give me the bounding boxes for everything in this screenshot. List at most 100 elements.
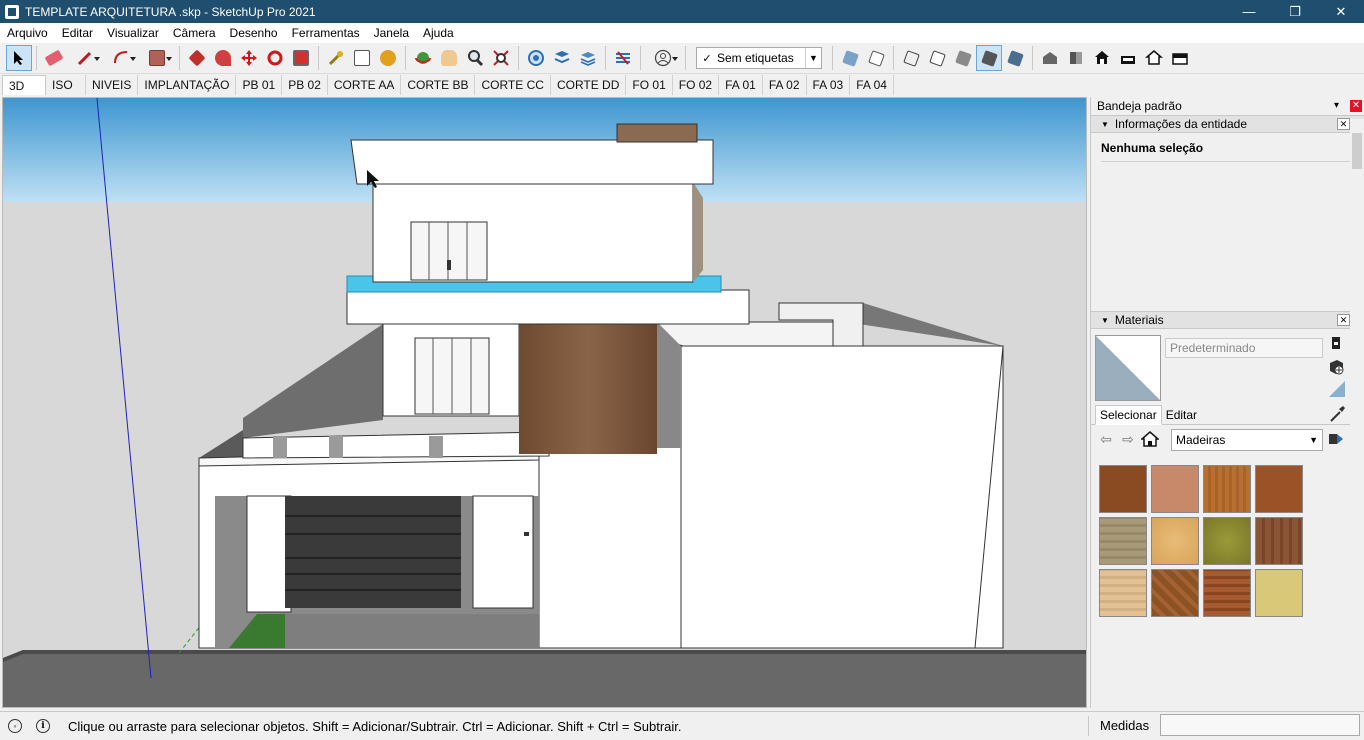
wireframe-button[interactable]	[898, 45, 924, 71]
monochrome-button[interactable]	[1002, 45, 1028, 71]
tag-selector[interactable]: ✓ Sem etiquetas ▼	[696, 47, 822, 69]
view-back-button[interactable]	[1141, 45, 1167, 71]
material-swatch[interactable]	[1203, 465, 1251, 513]
view-right-button[interactable]	[1115, 45, 1141, 71]
scene-tab-corte-cc[interactable]: CORTE CC	[475, 75, 551, 95]
menu-ferramentas[interactable]: Ferramentas	[285, 23, 367, 43]
scene-tab-fa01[interactable]: FA 01	[719, 75, 763, 95]
tab-editar[interactable]: Editar	[1162, 406, 1201, 424]
text-tool-button[interactable]	[349, 45, 375, 71]
scene-tab-fo02[interactable]: FO 02	[673, 75, 720, 95]
pin-icon[interactable]: ▾	[1334, 100, 1344, 112]
hidden-line-button[interactable]	[924, 45, 950, 71]
back-arrow-icon[interactable]: ⇦	[1097, 430, 1115, 448]
menu-editar[interactable]: Editar	[55, 23, 100, 43]
orbit-tool-button[interactable]	[410, 45, 436, 71]
info-icon[interactable]: i	[36, 719, 50, 733]
material-swatch[interactable]	[1099, 465, 1147, 513]
panel-close-icon[interactable]: ✕	[1337, 314, 1350, 326]
tray-scrollbar[interactable]	[1350, 119, 1364, 707]
account-button[interactable]	[645, 45, 681, 71]
zoom-tool-button[interactable]	[462, 45, 488, 71]
view-front-button[interactable]	[1089, 45, 1115, 71]
select-tool-button[interactable]	[6, 45, 32, 71]
layout-button[interactable]	[575, 45, 601, 71]
material-swatch[interactable]	[1151, 465, 1199, 513]
geo-location-icon[interactable]: ◦	[8, 719, 22, 733]
sample-paint-icon[interactable]	[1327, 379, 1345, 397]
entity-info-panel-header[interactable]: ▼ Informações da entidade ✕	[1091, 115, 1364, 133]
line-tool-button[interactable]	[67, 45, 103, 71]
view-left-button[interactable]	[1167, 45, 1193, 71]
menu-camera[interactable]: Câmera	[166, 23, 223, 43]
tray-close-icon[interactable]: ✕	[1350, 100, 1362, 112]
scene-tab-niveis[interactable]: NIVEIS	[86, 75, 139, 95]
scale-tool-button[interactable]	[288, 45, 314, 71]
model-viewport[interactable]	[2, 97, 1087, 708]
material-swatch[interactable]	[1151, 517, 1199, 565]
eraser-tool-button[interactable]	[41, 45, 67, 71]
material-swatch[interactable]	[1203, 569, 1251, 617]
material-library-select[interactable]: Madeiras ▼	[1171, 429, 1323, 451]
material-swatch[interactable]	[1151, 569, 1199, 617]
menu-arquivo[interactable]: Arquivo	[0, 23, 55, 43]
scene-tab-fa02[interactable]: FA 02	[763, 75, 807, 95]
view-top-button[interactable]	[1063, 45, 1089, 71]
material-swatch[interactable]	[1255, 569, 1303, 617]
material-swatch[interactable]	[1255, 465, 1303, 513]
pan-tool-button[interactable]	[436, 45, 462, 71]
materials-panel-header[interactable]: ▼ Materiais ✕	[1091, 311, 1364, 329]
shaded-button[interactable]	[950, 45, 976, 71]
create-material-icon[interactable]	[1327, 357, 1345, 375]
material-swatch[interactable]	[1203, 517, 1251, 565]
push-pull-button[interactable]	[184, 45, 210, 71]
material-name-field[interactable]: Predeterminado	[1165, 338, 1323, 358]
scrollbar-thumb[interactable]	[1352, 133, 1362, 169]
menu-visualizar[interactable]: Visualizar	[100, 23, 166, 43]
material-swatch[interactable]	[1255, 517, 1303, 565]
material-preview-swatch[interactable]	[1095, 335, 1161, 401]
scene-tab-3d[interactable]: 3D	[2, 75, 46, 95]
back-edges-button[interactable]	[863, 45, 889, 71]
menu-janela[interactable]: Janela	[367, 23, 416, 43]
default-material-button-icon[interactable]	[1327, 334, 1345, 352]
scene-tab-pb01[interactable]: PB 01	[236, 75, 283, 95]
panel-close-icon[interactable]: ✕	[1337, 118, 1350, 130]
scene-tab-fo01[interactable]: FO 01	[626, 75, 673, 95]
xray-button[interactable]	[837, 45, 863, 71]
menu-desenho[interactable]: Desenho	[223, 23, 285, 43]
view-iso-button[interactable]	[1037, 45, 1063, 71]
tab-selecionar[interactable]: Selecionar	[1095, 405, 1162, 425]
zoom-extents-button[interactable]	[488, 45, 514, 71]
details-arrow-icon[interactable]	[1328, 431, 1344, 447]
minimize-button[interactable]: —	[1226, 0, 1272, 23]
scene-tab-fa03[interactable]: FA 03	[807, 75, 851, 95]
scene-tab-corte-dd[interactable]: CORTE DD	[551, 75, 627, 95]
arc-tool-button[interactable]	[103, 45, 139, 71]
forward-arrow-icon[interactable]: ⇨	[1119, 430, 1137, 448]
rotate-tool-button[interactable]	[262, 45, 288, 71]
shape-tool-button[interactable]	[139, 45, 175, 71]
scene-tab-fa04[interactable]: FA 04	[850, 75, 894, 95]
scene-tab-corte-bb[interactable]: CORTE BB	[401, 75, 476, 95]
move-tool-button[interactable]	[236, 45, 262, 71]
scene-tab-implantacao[interactable]: IMPLANTAÇÃO	[138, 75, 237, 95]
scene-tab-iso[interactable]: ISO	[46, 75, 86, 95]
tape-measure-button[interactable]	[323, 45, 349, 71]
scene-tab-pb02[interactable]: PB 02	[282, 75, 328, 95]
material-swatch[interactable]	[1099, 569, 1147, 617]
scene-tab-corte-aa[interactable]: CORTE AA	[328, 75, 402, 95]
menu-ajuda[interactable]: Ajuda	[416, 23, 461, 43]
shaded-textures-button[interactable]	[976, 45, 1002, 71]
home-icon[interactable]	[1141, 430, 1159, 448]
close-button[interactable]: ✕	[1318, 0, 1364, 23]
extension-manager-button[interactable]	[610, 45, 636, 71]
restore-button[interactable]: ❐	[1272, 0, 1318, 23]
eyedropper-icon[interactable]	[1328, 405, 1346, 423]
measurements-input[interactable]	[1160, 714, 1360, 736]
paint-bucket-button[interactable]	[375, 45, 401, 71]
material-swatch[interactable]	[1099, 517, 1147, 565]
follow-me-button[interactable]	[210, 45, 236, 71]
extension-warehouse-button[interactable]	[549, 45, 575, 71]
warehouse-button[interactable]	[523, 45, 549, 71]
